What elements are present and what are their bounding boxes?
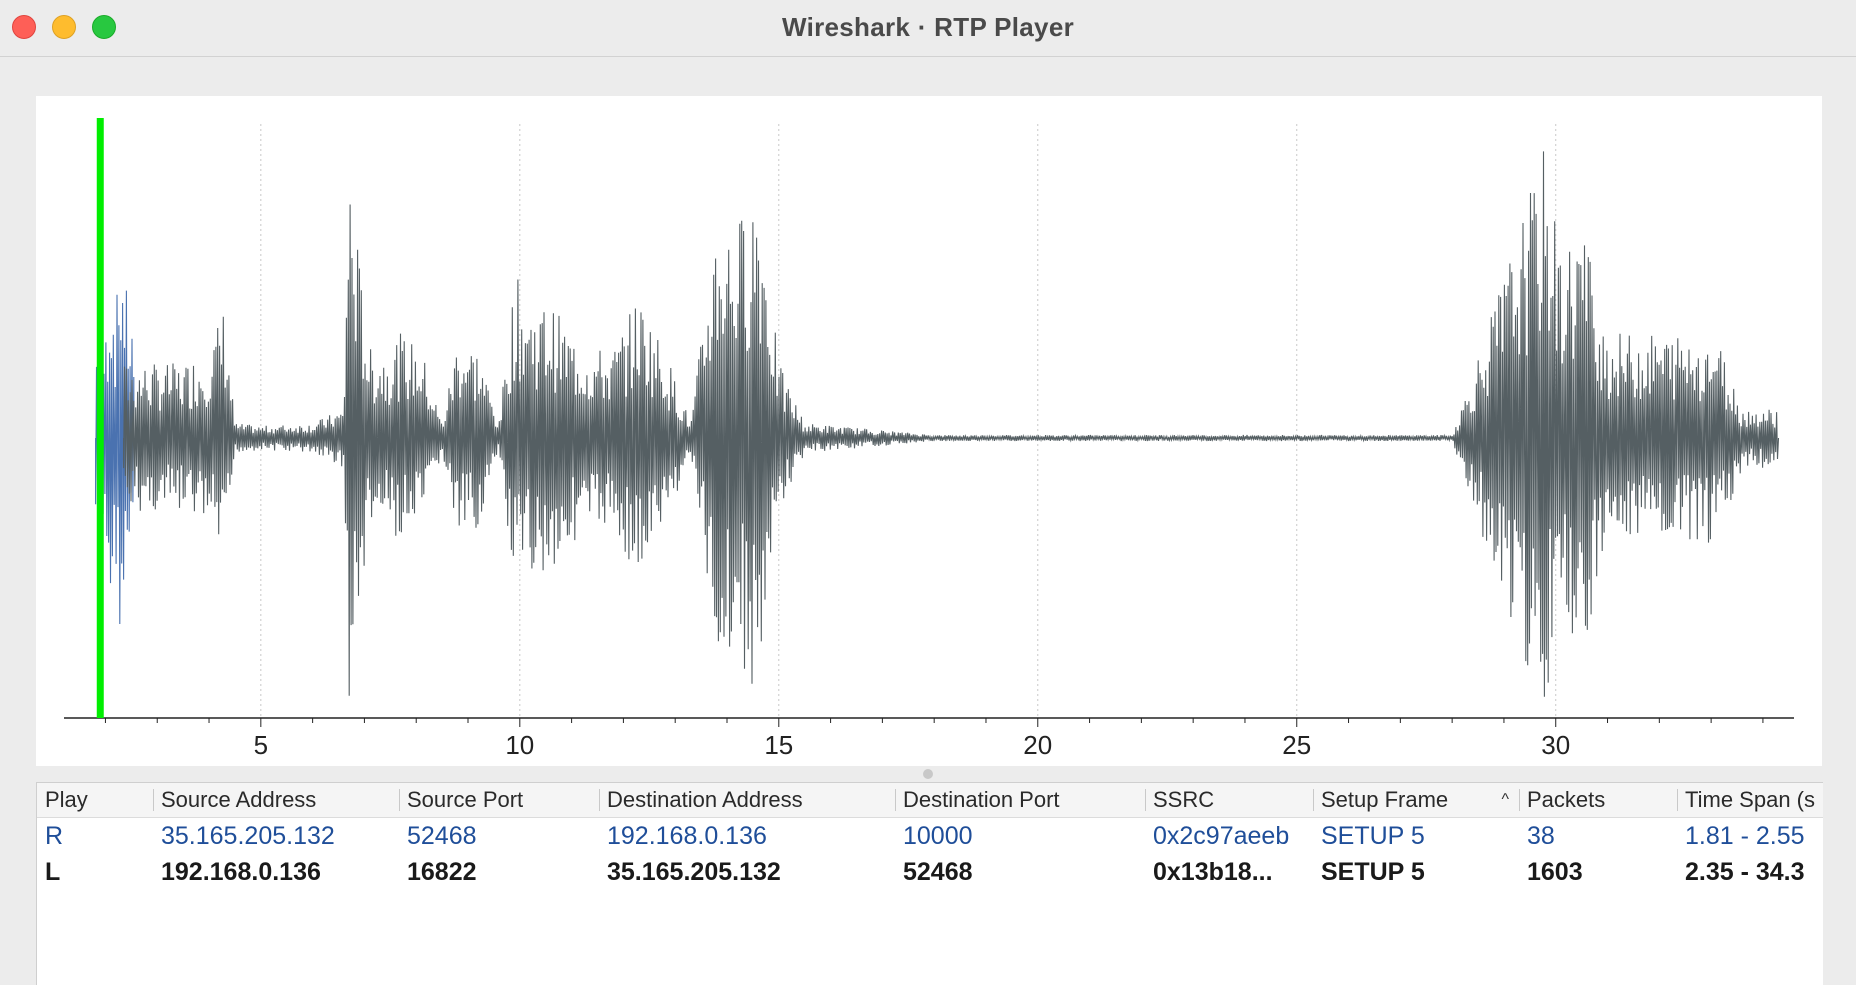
x-tick-label: 30	[1541, 730, 1570, 760]
waveform-stream-L	[123, 151, 1780, 697]
window-title: Wireshark · RTP Player	[781, 12, 1075, 42]
column-header-destination-address[interactable]: Destination Address	[599, 783, 895, 817]
cell-source-address: 35.165.205.132	[161, 822, 335, 850]
cell-destination-port: 52468	[903, 858, 973, 886]
cell-packets: 1603	[1527, 858, 1583, 886]
column-header-play[interactable]: Play	[37, 783, 153, 817]
table-row[interactable]: L 192.168.0.136 16822 35.165.205.132 524…	[37, 854, 1823, 890]
cell-source-port: 52468	[407, 822, 477, 850]
cell-packets: 38	[1527, 822, 1555, 850]
title-bar: Wireshark · RTP Player	[0, 0, 1856, 57]
column-header-time-span[interactable]: Time Span (s	[1677, 783, 1823, 817]
cell-time-span: 1.81 - 2.55	[1685, 822, 1805, 850]
column-header-packets[interactable]: Packets	[1519, 783, 1677, 817]
x-tick-label: 10	[505, 730, 534, 760]
cell-destination-port: 10000	[903, 822, 973, 850]
waveform-chart[interactable]: 5 10 15 20 25 30	[36, 96, 1822, 766]
stream-table: Play Source Address Source Port Destinat…	[36, 782, 1823, 985]
cell-source-port: 16822	[407, 858, 477, 886]
x-tick-label: 25	[1282, 730, 1311, 760]
cell-destination-address: 35.165.205.132	[607, 858, 781, 886]
column-header-setup-frame[interactable]: Setup Frame ^	[1313, 783, 1519, 817]
play-cursor-layer	[96, 118, 104, 718]
play-cursor[interactable]	[96, 118, 104, 718]
cell-time-span: 2.35 - 34.3	[1685, 858, 1805, 886]
column-header-source-address[interactable]: Source Address	[153, 783, 399, 817]
cell-setup-frame: SETUP 5	[1321, 822, 1425, 850]
column-header-destination-port[interactable]: Destination Port	[895, 783, 1145, 817]
sort-ascending-icon: ^	[1501, 791, 1509, 808]
splitter-handle[interactable]	[923, 769, 933, 779]
waveform-traces	[95, 151, 1780, 697]
cell-destination-address: 192.168.0.136	[607, 822, 767, 850]
column-header-ssrc[interactable]: SSRC	[1145, 783, 1313, 817]
column-header-setup-frame-label: Setup Frame	[1321, 787, 1449, 812]
cell-setup-frame: SETUP 5	[1321, 858, 1425, 886]
table-row[interactable]: R 35.165.205.132 52468 192.168.0.136 100…	[37, 818, 1823, 854]
cell-ssrc: 0x13b18...	[1153, 858, 1273, 886]
column-header-source-port[interactable]: Source Port	[399, 783, 599, 817]
x-axis: 5 10 15 20 25 30	[64, 717, 1794, 760]
cell-play: L	[45, 858, 61, 886]
cell-source-address: 192.168.0.136	[161, 858, 321, 886]
waveform-plot[interactable]: 5 10 15 20 25 30	[36, 96, 1822, 766]
x-tick-label: 15	[764, 730, 793, 760]
cell-ssrc: 0x2c97aeeb	[1153, 822, 1290, 850]
x-tick-label: 5	[254, 730, 268, 760]
table-header: Play Source Address Source Port Destinat…	[37, 783, 1823, 818]
cell-play: R	[45, 822, 64, 850]
x-tick-label: 20	[1023, 730, 1052, 760]
